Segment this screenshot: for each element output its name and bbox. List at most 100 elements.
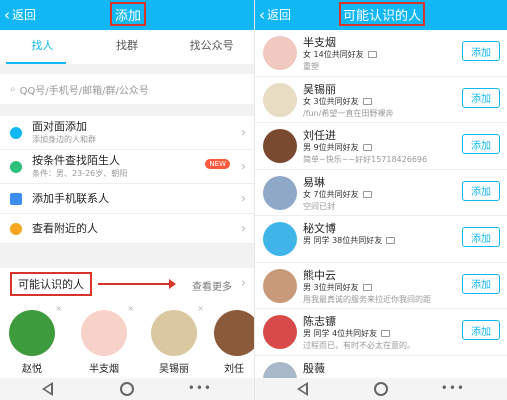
top-bar: ‹ 返回 可能认识的人 (255, 0, 507, 30)
add-button[interactable]: 添加 (462, 180, 500, 201)
person-name: 赵悦 (22, 364, 42, 375)
chevron-right-icon: › (240, 276, 246, 291)
tab-find-group[interactable]: 找群 (85, 30, 170, 64)
menu-subtitle: 添加身边的人和群 (32, 135, 96, 144)
add-button[interactable]: 添加 (462, 273, 500, 294)
avatar (263, 315, 297, 349)
person-meta: 女 14位共同好友 (303, 49, 377, 60)
annotation-arrow (98, 279, 176, 289)
chevron-right-icon: › (240, 191, 246, 206)
person-name: 殷薇 (303, 361, 325, 375)
person-name: 半支烟 (89, 364, 119, 375)
menu-face-to-face[interactable]: 面对面添加 添加身边的人和群 › (0, 116, 254, 150)
page-title: 可能认识的人 (339, 2, 425, 26)
nav-home-icon[interactable] (374, 382, 388, 396)
add-button[interactable]: 添加 (462, 87, 500, 108)
tab-find-people[interactable]: 找人 (0, 30, 85, 64)
menu-phone-contacts[interactable]: 添加手机联系人 › (0, 184, 254, 214)
suggested-person[interactable]: 刘任 (214, 310, 254, 375)
card-icon (362, 97, 372, 105)
see-more-link[interactable]: 查看更多 (192, 278, 232, 293)
person-meta: 男 同学 38位共同好友 (303, 235, 396, 246)
menu-title: 面对面添加 (32, 120, 87, 133)
list-item[interactable]: 陈志镖 男 同学 4位共同好友 过程而已，有时不必太在意的。 添加 (255, 309, 507, 356)
menu-condition-search[interactable]: 按条件查找陌生人 条件：男、23-26岁、朝阳 NEW › (0, 150, 254, 184)
person-meta: 男 3位共同好友 (303, 282, 372, 293)
card-icon (362, 144, 372, 151)
person-signature: 重塑 (303, 62, 319, 71)
list-item[interactable]: 半支烟 女 14位共同好友 重塑 添加 (255, 30, 507, 77)
tab-bar: 找人 找群 找公众号 (0, 30, 254, 64)
close-icon[interactable]: × (197, 304, 204, 313)
back-label: 返回 (12, 8, 37, 22)
close-icon[interactable]: × (127, 304, 134, 313)
person-name: 刘任进 (303, 129, 336, 142)
new-badge: NEW (205, 159, 230, 169)
add-button[interactable]: 添加 (462, 134, 500, 154)
page-title: 添加 (110, 2, 146, 26)
avatar (263, 222, 297, 256)
search-input[interactable]: ⌕ QQ号/手机号/邮箱/群/公众号 (0, 74, 254, 104)
list-item[interactable]: 刘任进 男 9位共同好友 简单~快乐~~好好15718426696 添加 (255, 123, 507, 170)
phone-contacts-icon (10, 192, 22, 205)
nav-back-icon[interactable] (297, 382, 308, 396)
chevron-right-icon: › (240, 159, 246, 174)
tab-find-official[interactable]: 找公众号 (169, 30, 254, 64)
menu-title: 添加手机联系人 (32, 191, 109, 205)
add-button[interactable]: 添加 (462, 41, 500, 61)
list-item[interactable]: 吴锡丽 女 3位共同好友 /fun/希望一直在田野裸奔 添加 (255, 76, 507, 123)
active-tab-indicator (6, 62, 66, 64)
back-chevron-icon: ‹ (259, 5, 265, 24)
system-nav-bar: ••• (0, 378, 254, 400)
maybe-know-screen: ‹ 返回 可能认识的人 半支烟 女 14位共同好友 重塑 添加 吴锡丽 女 3位… (254, 0, 507, 400)
person-name: 吴锡丽 (159, 364, 189, 375)
avatar (81, 310, 127, 356)
avatar (263, 175, 297, 210)
avatar (9, 310, 55, 356)
back-chevron-icon: ‹ (4, 5, 10, 24)
person-meta: 女 3位共同好友 (303, 96, 372, 107)
chevron-right-icon: › (240, 125, 246, 140)
avatar (263, 129, 297, 163)
condition-search-icon (10, 160, 22, 173)
nav-more-icon[interactable]: ••• (441, 381, 465, 395)
avatar (263, 82, 297, 117)
person-signature: 空间已封 (303, 201, 335, 211)
person-name: 熊中云 (303, 268, 336, 282)
person-name: 易琳 (303, 175, 325, 189)
back-button[interactable]: ‹ 返回 (259, 6, 291, 23)
person-signature: 过程而已，有时不必太在意的。 (303, 341, 415, 350)
avatar (263, 36, 297, 70)
card-icon (386, 237, 396, 244)
menu-nearby-people[interactable]: 查看附近的人 › (0, 214, 254, 244)
person-signature: 简单~快乐~~好好15718426696 (303, 155, 428, 164)
search-icon: ⌕ (10, 83, 16, 95)
close-icon[interactable]: × (55, 304, 62, 313)
person-meta: 女 7位共同好友 (303, 189, 372, 200)
menu-title: 按条件查找陌生人 (32, 154, 120, 167)
suggested-person[interactable]: 吴锡丽 × (146, 304, 204, 375)
person-name: 刘任 (224, 364, 244, 375)
list-item[interactable]: 秘文博 男 同学 38位共同好友 添加 (255, 216, 507, 263)
add-button[interactable]: 添加 (462, 227, 500, 247)
back-label: 返回 (267, 8, 292, 22)
add-screen: ‹ 返回 添加 找人 找群 找公众号 ⌕ QQ号/手机号/邮箱/群/公众号 面对… (0, 0, 254, 400)
suggested-person[interactable]: 半支烟 × (76, 304, 134, 375)
list-item[interactable]: 熊中云 男 3位共同好友 用我最真诚的服务来拉近你我间的距 添加 (255, 262, 507, 309)
person-name: 陈志镖 (303, 315, 336, 328)
search-placeholder: QQ号/手机号/邮箱/群/公众号 (19, 85, 149, 97)
nav-back-icon[interactable] (42, 382, 53, 396)
person-name: 秘文博 (303, 222, 336, 235)
person-name: 吴锡丽 (303, 82, 336, 96)
add-button[interactable]: 添加 (462, 320, 500, 340)
menu-subtitle: 条件：男、23-26岁、朝阳 (32, 169, 128, 178)
list-item[interactable]: 易琳 女 7位共同好友 空间已封 添加 (255, 169, 507, 216)
person-signature: 用我最真诚的服务来拉近你我间的距 (303, 294, 431, 304)
card-icon (381, 330, 391, 337)
nav-home-icon[interactable] (120, 382, 134, 396)
system-nav-bar: ••• (255, 378, 507, 400)
nav-more-icon[interactable]: ••• (188, 381, 212, 395)
back-button[interactable]: ‹ 返回 (4, 6, 36, 23)
add-options-list: 面对面添加 添加身边的人和群 › 按条件查找陌生人 条件：男、23-26岁、朝阳… (0, 116, 254, 244)
suggested-person[interactable]: 赵悦 × (4, 304, 62, 375)
